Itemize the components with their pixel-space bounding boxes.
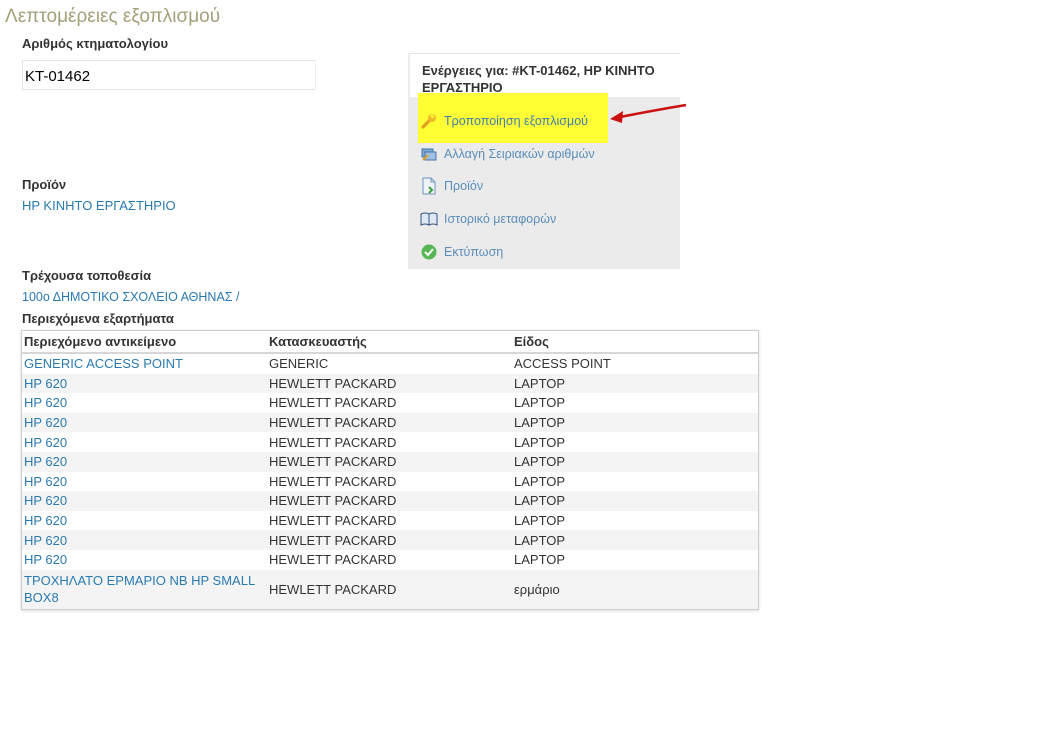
type-cell: LAPTOP xyxy=(512,491,758,511)
manufacturer-cell: HEWLETT PACKARD xyxy=(269,395,397,411)
table-row: HP 620 HEWLETT PACKARD LAPTOP xyxy=(22,451,758,472)
item-link[interactable]: HP 620 xyxy=(24,454,67,469)
action-transfer-history[interactable]: Ιστορικό μεταφορών xyxy=(420,205,556,233)
column-header: Κατασκευαστής xyxy=(267,331,512,354)
manufacturer-cell: HEWLETT PACKARD xyxy=(267,412,512,433)
type-cell: LAPTOP xyxy=(512,373,758,394)
action-edit-equipment[interactable]: Τροποποίηση εξοπλισμού xyxy=(420,107,588,135)
table-row: HP 620 HEWLETT PACKARD LAPTOP xyxy=(22,491,758,511)
manufacturer-cell: HEWLETT PACKARD xyxy=(267,373,512,394)
item-link[interactable]: HP 620 xyxy=(24,395,67,410)
action-label: Αλλαγή Σειριακών αριθμών xyxy=(444,147,595,161)
action-label: Ιστορικό μεταφορών xyxy=(444,212,557,226)
manufacturer-cell: HEWLETT PACKARD xyxy=(267,569,512,609)
type-cell: LAPTOP xyxy=(514,513,566,529)
item-link[interactable]: GENERIC ACCESS POINT xyxy=(24,356,183,371)
type-cell: LAPTOP xyxy=(514,552,566,568)
table-row: ΤΡΟΧΗΛΑΤΟ ΕΡΜΑΡΙΟ NB HP SMALL BOX8 HEWLE… xyxy=(22,569,758,609)
product-page-icon xyxy=(420,177,438,195)
components-table: Περιεχόμενο αντικείμενο Κατασκευαστής Εί… xyxy=(21,330,759,610)
product-link[interactable]: HP ΚΙΝΗΤΟ ΕΡΓΑΣΤΗΡΙΟ xyxy=(22,198,176,213)
action-label: Εκτύπωση xyxy=(444,245,504,259)
manufacturer-cell: HEWLETT PACKARD xyxy=(269,434,397,450)
table-row: HP 620 HEWLETT PACKARD LAPTOP xyxy=(22,432,758,452)
action-print[interactable]: Εκτύπωση xyxy=(420,238,503,266)
item-link[interactable]: HP 620 xyxy=(24,435,67,450)
table-row: HP 620 HEWLETT PACKARD LAPTOP xyxy=(22,472,758,492)
manufacturer-cell: HEWLETT PACKARD xyxy=(267,451,512,472)
current-location-label: Τρέχουσα τοποθεσία xyxy=(22,268,152,283)
item-link[interactable]: HP 620 xyxy=(24,552,67,567)
inventory-number-label: Αριθμός κτηματολογίου xyxy=(22,36,169,51)
table-row: HP 620 HEWLETT PACKARD LAPTOP xyxy=(22,412,758,433)
type-cell: ερμάριο xyxy=(512,569,758,609)
current-location-link[interactable]: 100ο ΔΗΜΟΤΙΚΟ ΣΧΟΛΕΙΟ ΑΘΗΝΑΣ / xyxy=(22,290,239,304)
item-link[interactable]: HP 620 xyxy=(24,474,67,489)
type-cell: LAPTOP xyxy=(512,451,758,472)
annotation-arrow xyxy=(610,103,687,123)
action-label: Τροποποίηση εξοπλισμού xyxy=(444,114,588,128)
table-row: HP 620 HEWLETT PACKARD LAPTOP xyxy=(22,373,758,394)
item-link[interactable]: HP 620 xyxy=(24,533,67,548)
type-cell: LAPTOP xyxy=(514,473,566,489)
wrench-icon xyxy=(420,112,438,130)
item-link[interactable]: HP 620 xyxy=(24,415,67,430)
item-link[interactable]: HP 620 xyxy=(24,376,67,391)
equipment-details-page: Λεπτομέρειες εξοπλισμού Αριθμός κτηματολ… xyxy=(0,0,1064,732)
page-title: Λεπτομέρειες εξοπλισμού xyxy=(5,6,221,27)
type-cell: LAPTOP xyxy=(512,412,758,433)
table-row: HP 620 HEWLETT PACKARD LAPTOP xyxy=(22,511,758,531)
item-link[interactable]: ΤΡΟΧΗΛΑΤΟ ΕΡΜΑΡΙΟ NB HP SMALL BOX8 xyxy=(24,573,255,605)
manufacturer-cell: HEWLETT PACKARD xyxy=(269,552,397,568)
manufacturer-cell: HEWLETT PACKARD xyxy=(269,513,397,529)
column-header: Είδος xyxy=(512,331,758,354)
manufacturer-cell: HEWLETT PACKARD xyxy=(269,473,397,489)
table-header-row: Περιεχόμενο αντικείμενο Κατασκευαστής Εί… xyxy=(22,331,758,354)
type-cell: LAPTOP xyxy=(514,395,566,411)
inventory-number-field[interactable] xyxy=(22,60,316,90)
check-circle-icon xyxy=(420,243,438,261)
type-cell: LAPTOP xyxy=(514,434,566,450)
product-label: Προϊόν xyxy=(22,177,67,192)
action-product[interactable]: Προϊόν xyxy=(420,172,483,200)
manufacturer-cell: HEWLETT PACKARD xyxy=(267,530,512,550)
table-row: HP 620 HEWLETT PACKARD LAPTOP xyxy=(22,530,758,550)
column-header: Περιεχόμενο αντικείμενο xyxy=(22,331,267,354)
actions-panel-header: Ενέργειες για: #KT-01462, HP ΚΙΝΗΤΟ ΕΡΓΑ… xyxy=(410,53,680,97)
type-cell: ACCESS POINT xyxy=(514,356,611,372)
components-label: Περιεχόμενα εξαρτήματα xyxy=(22,311,174,326)
table-row: HP 620 HEWLETT PACKARD LAPTOP xyxy=(22,393,758,413)
table-row: GENERIC ACCESS POINT GENERIC ACCESS POIN… xyxy=(22,353,758,374)
table-row: HP 620 HEWLETT PACKARD LAPTOP xyxy=(22,550,758,570)
manufacturer-cell: GENERIC xyxy=(269,356,329,372)
manufacturer-cell: HEWLETT PACKARD xyxy=(267,491,512,511)
action-change-serials[interactable]: Αλλαγή Σειριακών αριθμών xyxy=(420,140,595,168)
item-link[interactable]: HP 620 xyxy=(24,513,67,528)
action-label: Προϊόν xyxy=(444,179,484,193)
serial-numbers-icon xyxy=(420,145,438,163)
item-link[interactable]: HP 620 xyxy=(24,493,67,508)
type-cell: LAPTOP xyxy=(512,530,758,550)
book-icon xyxy=(420,210,438,228)
